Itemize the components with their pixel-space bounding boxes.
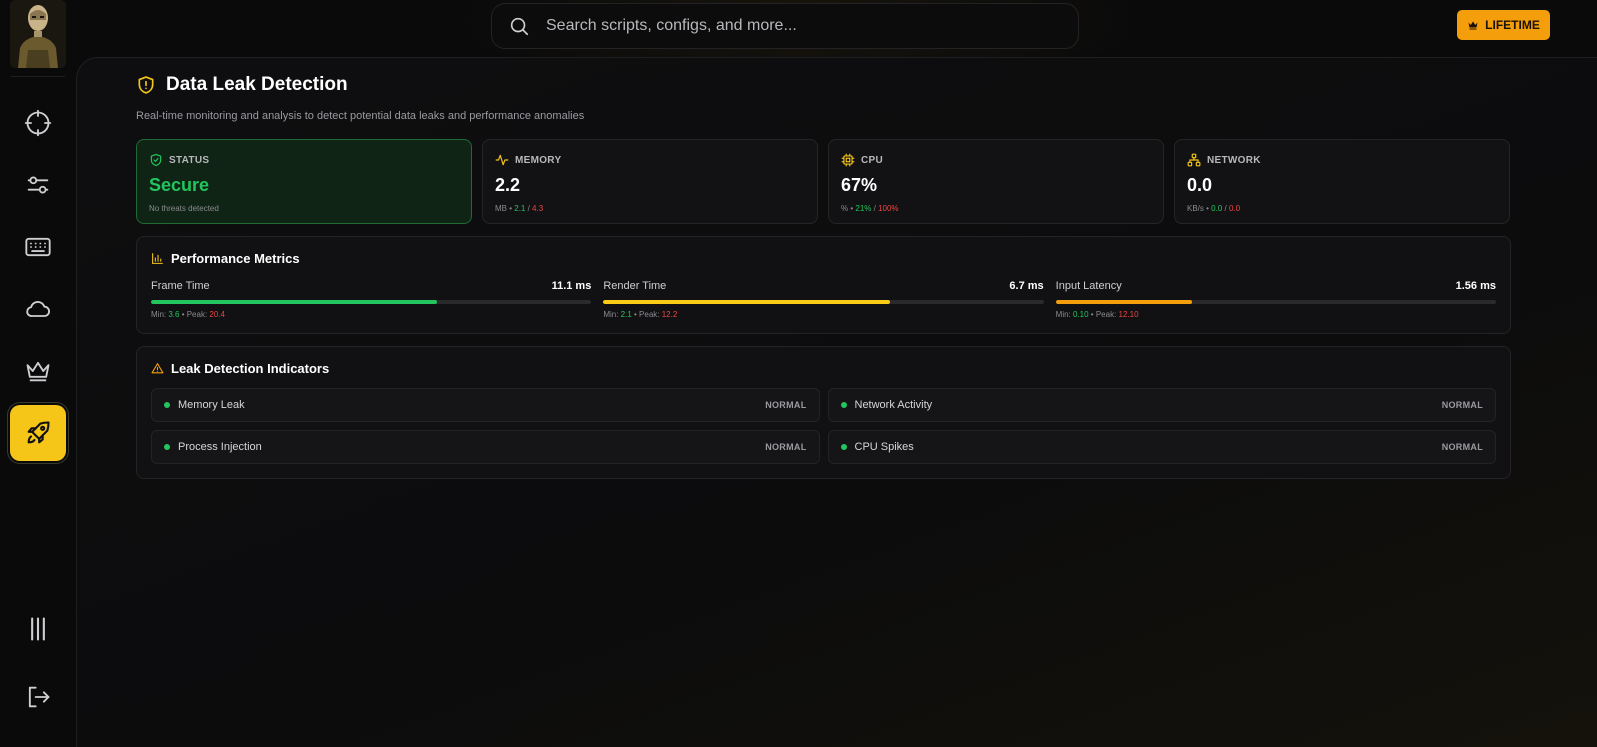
metric-sub: Min: 3.6 • Peak: 20.4: [151, 310, 225, 319]
metric-value: 11.1 ms: [551, 280, 592, 292]
metric-bar: [1055, 300, 1496, 304]
network-card-label: NETWORK: [1207, 154, 1261, 166]
shield-alert-icon: [138, 76, 154, 94]
lifetime-label: LIFETIME: [1485, 18, 1540, 32]
indicator-network-activity: Network Activity NORMAL: [827, 388, 1496, 422]
warning-icon: [151, 363, 164, 374]
sidebar-bottom: [0, 601, 76, 737]
sidebar-item-aim[interactable]: [10, 95, 66, 151]
search-input[interactable]: [546, 17, 1026, 35]
status-value: Secure: [149, 175, 210, 195]
sidebar: [0, 0, 76, 747]
sliders-icon: [27, 176, 49, 194]
leak-indicators-panel: Leak Detection Indicators Memory Leak NO…: [136, 346, 1511, 479]
status-card-label: STATUS: [169, 154, 210, 166]
crown-icon: [26, 361, 50, 382]
page-header: Data Leak Detection: [136, 74, 1511, 96]
performance-panel: Performance Metrics Frame Time 11.1 ms Mi…: [136, 236, 1511, 334]
metric-render-time: Render Time 6.7 ms Min: 2.1 • Peak: 12.2: [603, 280, 1044, 319]
metric-bar: [151, 300, 592, 304]
network-sub: KB/s • 0.0 / 0.0: [1187, 204, 1241, 213]
metric-label: Input Latency: [1055, 280, 1122, 292]
bar-chart-icon: [152, 253, 163, 264]
sidebar-item-premium[interactable]: [10, 343, 66, 399]
logout-icon: [28, 686, 50, 708]
memory-card-label: MEMORY: [515, 154, 562, 166]
lifetime-badge-button[interactable]: LIFETIME: [1457, 10, 1550, 40]
metric-label: Frame Time: [151, 280, 210, 292]
indicator-cpu-spikes: CPU Spikes NORMAL: [827, 430, 1496, 464]
indicator-process-injection: Process Injection NORMAL: [151, 430, 820, 464]
crosshair-icon: [24, 109, 52, 137]
avatar[interactable]: [10, 0, 66, 68]
network-min: 0.0: [1211, 204, 1223, 213]
metric-bar-fill: [151, 300, 438, 304]
content: Data Leak Detection Real-time monitoring…: [136, 74, 1511, 479]
metric-value: 1.56 ms: [1455, 280, 1496, 292]
network-card: NETWORK 0.0 KB/s • 0.0 / 0.0: [1174, 139, 1510, 224]
status-dot: [164, 444, 170, 450]
shield-check-icon: [150, 153, 162, 167]
memory-min: 2.1: [514, 204, 526, 213]
status-dot: [840, 402, 847, 408]
status-sub: No threats detected: [149, 204, 219, 213]
status-dot: [840, 444, 847, 450]
network-icon: [1187, 153, 1201, 167]
status-dot: [164, 402, 170, 408]
columns-icon: [31, 617, 45, 641]
metric-sub: Min: 2.1 • Peak: 12.2: [603, 310, 678, 319]
metric-label: Render Time: [603, 280, 667, 292]
activity-icon: [495, 154, 509, 166]
rocket-icon: [27, 421, 50, 444]
sidebar-item-keybinds[interactable]: [10, 219, 66, 275]
performance-title: Performance Metrics: [171, 251, 300, 266]
memory-value: 2.2: [495, 175, 521, 195]
status-badge: NORMAL: [1441, 442, 1483, 452]
avatar-divider: [11, 76, 65, 77]
metrics-row: Frame Time 11.1 ms Min: 3.6 • Peak: 20.4 …: [151, 280, 1496, 319]
metric-bar-fill: [1055, 300, 1193, 304]
status-badge: NORMAL: [765, 400, 807, 410]
search-bar[interactable]: [491, 3, 1079, 49]
sidebar-item-logout[interactable]: [10, 669, 66, 725]
memory-card: MEMORY 2.2 MB • 2.1 / 4.3: [482, 139, 818, 224]
status-badge: NORMAL: [1441, 400, 1483, 410]
network-value: 0.0: [1187, 175, 1213, 195]
metric-bar: [603, 300, 1044, 304]
status-card: STATUS Secure No threats detected: [136, 139, 472, 224]
sidebar-nav: [10, 95, 66, 467]
metric-input-latency: Input Latency 1.56 ms Min: 0.10 • Peak: 1…: [1055, 280, 1496, 319]
cloud-icon: [26, 301, 50, 317]
sidebar-item-cloud[interactable]: [10, 281, 66, 337]
indicator-memory-leak: Memory Leak NORMAL: [151, 388, 820, 422]
status-badge: NORMAL: [765, 442, 807, 452]
cpu-value: 67%: [841, 175, 878, 195]
cpu-card: CPU 67% % • 21% / 100%: [828, 139, 1164, 224]
search-icon: [510, 17, 529, 36]
keyboard-icon: [25, 237, 51, 257]
sidebar-item-performance[interactable]: [10, 405, 66, 461]
cpu-icon: [841, 153, 855, 167]
crown-icon: [1468, 21, 1478, 30]
cpu-sub: % • 21% / 100%: [841, 204, 899, 213]
cpu-card-label: CPU: [861, 154, 884, 166]
metric-value: 6.7 ms: [1009, 280, 1044, 292]
metric-sub: Min: 0.10 • Peak: 12.10: [1055, 310, 1139, 319]
metric-bar-fill: [603, 300, 890, 304]
network-max: 0.0: [1228, 204, 1241, 213]
stat-cards: STATUS Secure No threats detected MEMORY…: [136, 139, 1511, 224]
memory-sub: MB • 2.1 / 4.3: [495, 204, 544, 213]
metric-frame-time: Frame Time 11.1 ms Min: 3.6 • Peak: 20.4: [151, 280, 592, 319]
cpu-max: 100%: [878, 204, 899, 213]
cpu-min: 21%: [855, 204, 872, 213]
indicator-grid: Memory Leak NORMAL Network Activity NORM…: [151, 388, 1496, 464]
page-subtitle: Real-time monitoring and analysis to det…: [136, 110, 585, 122]
leak-title: Leak Detection Indicators: [171, 361, 330, 376]
sidebar-item-columns[interactable]: [10, 601, 66, 657]
page-title: Data Leak Detection: [166, 74, 348, 95]
sidebar-item-settings[interactable]: [10, 157, 66, 213]
memory-max: 4.3: [532, 204, 544, 213]
